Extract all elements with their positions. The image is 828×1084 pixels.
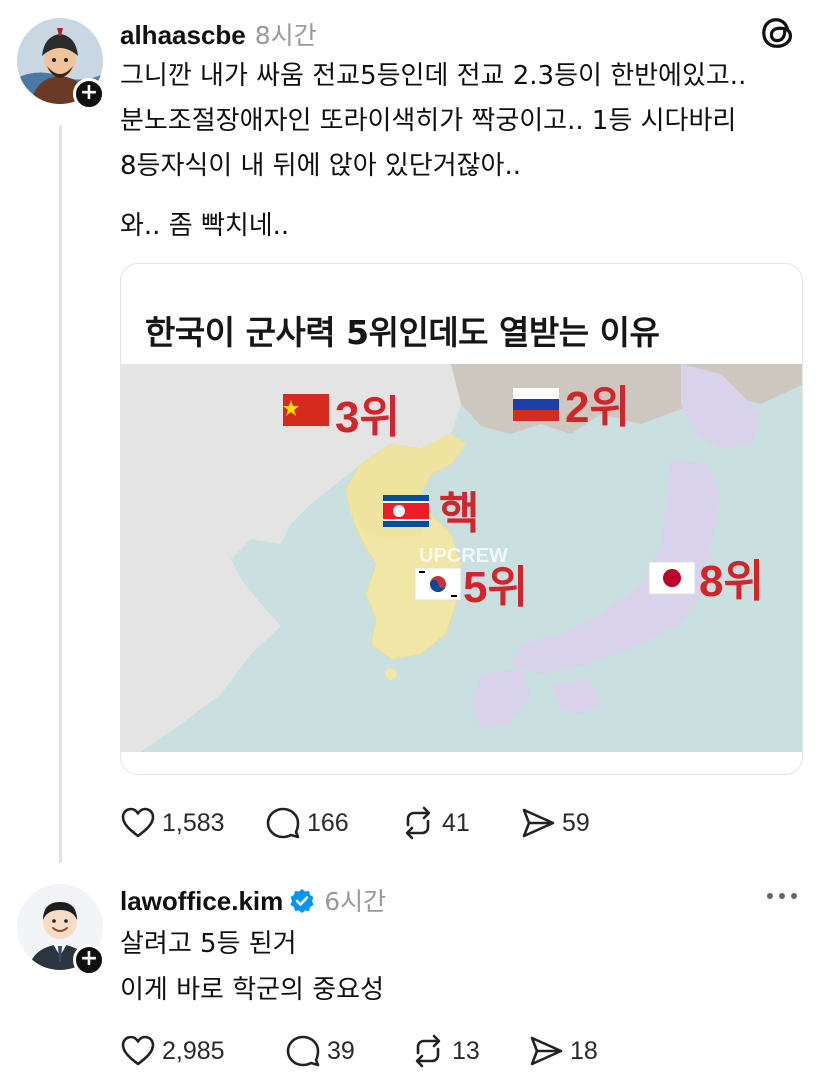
heart-icon — [121, 1035, 155, 1066]
username[interactable]: lawoffice.kim — [120, 886, 283, 917]
more-icon[interactable] — [764, 884, 800, 908]
plus-icon: + — [79, 946, 99, 971]
like-count: 1,583 — [162, 808, 225, 837]
south-korea-flag-icon — [414, 567, 462, 601]
japan-flag-icon — [648, 561, 696, 595]
thread-post-1: + alhaascbe 8시간 그니깐 내가 싸움 전교5등인데 전교 2.3등… — [0, 0, 828, 870]
comment-bubble-icon — [286, 1035, 320, 1067]
follow-plus-button[interactable]: + — [73, 944, 105, 976]
watermark-text: UPCREW — [419, 545, 508, 567]
like-count: 2,985 — [162, 1036, 225, 1065]
comment-button[interactable]: 166 — [265, 805, 400, 841]
post-header: lawoffice.kim 6시간 — [120, 882, 386, 918]
verified-badge-icon — [290, 889, 314, 913]
username[interactable]: alhaascbe — [120, 20, 246, 51]
post-time: 8시간 — [254, 21, 317, 50]
thread-post-2: + lawoffice.kim 6시간 살려고 5등 된거 이게 바로 학군의 … — [0, 870, 828, 1084]
embedded-image-card[interactable]: 한국이 군사력 5위인데도 열받는 이유 3위 2위 핵 5위 8위 UPCRE… — [120, 263, 803, 775]
send-icon — [530, 1036, 563, 1066]
action-bar: 1,583 166 41 59 — [120, 805, 630, 841]
share-count: 59 — [562, 808, 590, 837]
post-text-line: 이게 바로 학군의 중요성 — [120, 975, 384, 1005]
map-image: 3위 2위 핵 5위 8위 UPCREW — [121, 364, 802, 752]
heart-icon — [121, 807, 155, 838]
russia-rank-label: 2위 — [565, 383, 630, 432]
share-button[interactable]: 59 — [520, 805, 630, 841]
north-korea-label: 핵 — [439, 489, 479, 538]
post-text-line: 분노조절장애자인 또라이색히가 짝궁이고.. 1등 시다바리 — [120, 106, 737, 136]
repost-count: 13 — [452, 1036, 480, 1065]
send-icon — [522, 808, 555, 838]
repost-icon — [405, 806, 431, 840]
post-text-line: 살려고 5등 된거 — [120, 929, 297, 959]
plus-icon: + — [79, 80, 99, 105]
threads-logo-icon[interactable] — [760, 14, 798, 52]
repost-icon — [415, 1034, 441, 1068]
comment-button[interactable]: 39 — [285, 1033, 410, 1069]
post-time: 6시간 — [324, 887, 387, 916]
avatar-lawoffice-kim[interactable]: + — [17, 884, 105, 976]
action-bar: 2,985 39 13 18 — [120, 1033, 638, 1069]
china-rank-label: 3위 — [335, 393, 400, 442]
avatar-alhaascbe[interactable]: + — [17, 18, 105, 110]
china-flag-icon — [283, 394, 329, 426]
like-button[interactable]: 2,985 — [120, 1033, 285, 1069]
comment-count: 39 — [327, 1036, 355, 1065]
north-korea-flag-icon — [383, 495, 429, 527]
russia-flag-icon — [513, 388, 559, 421]
follow-plus-button[interactable]: + — [73, 78, 105, 110]
south-korea-rank-label: 5위 — [463, 563, 528, 612]
repost-button[interactable]: 13 — [410, 1033, 528, 1069]
japan-rank-label: 8위 — [699, 557, 764, 606]
embed-title: 한국이 군사력 5위인데도 열받는 이유 — [145, 313, 660, 352]
comment-count: 166 — [307, 808, 349, 837]
post-header: alhaascbe 8시간 — [120, 16, 317, 52]
repost-button[interactable]: 41 — [400, 805, 520, 841]
post-text-line: 그니깐 내가 싸움 전교5등인데 전교 2.3등이 한반에있고.. — [120, 61, 747, 91]
post-text-line: 8등자식이 내 뒤에 앉아 있단거잖아.. — [120, 151, 522, 181]
comment-bubble-icon — [266, 807, 300, 839]
post-text-line: 와.. 좀 빡치네.. — [120, 211, 290, 241]
share-button[interactable]: 18 — [528, 1033, 638, 1069]
share-count: 18 — [570, 1036, 598, 1065]
thread-connector-line — [59, 125, 62, 863]
like-button[interactable]: 1,583 — [120, 805, 265, 841]
repost-count: 41 — [442, 808, 470, 837]
